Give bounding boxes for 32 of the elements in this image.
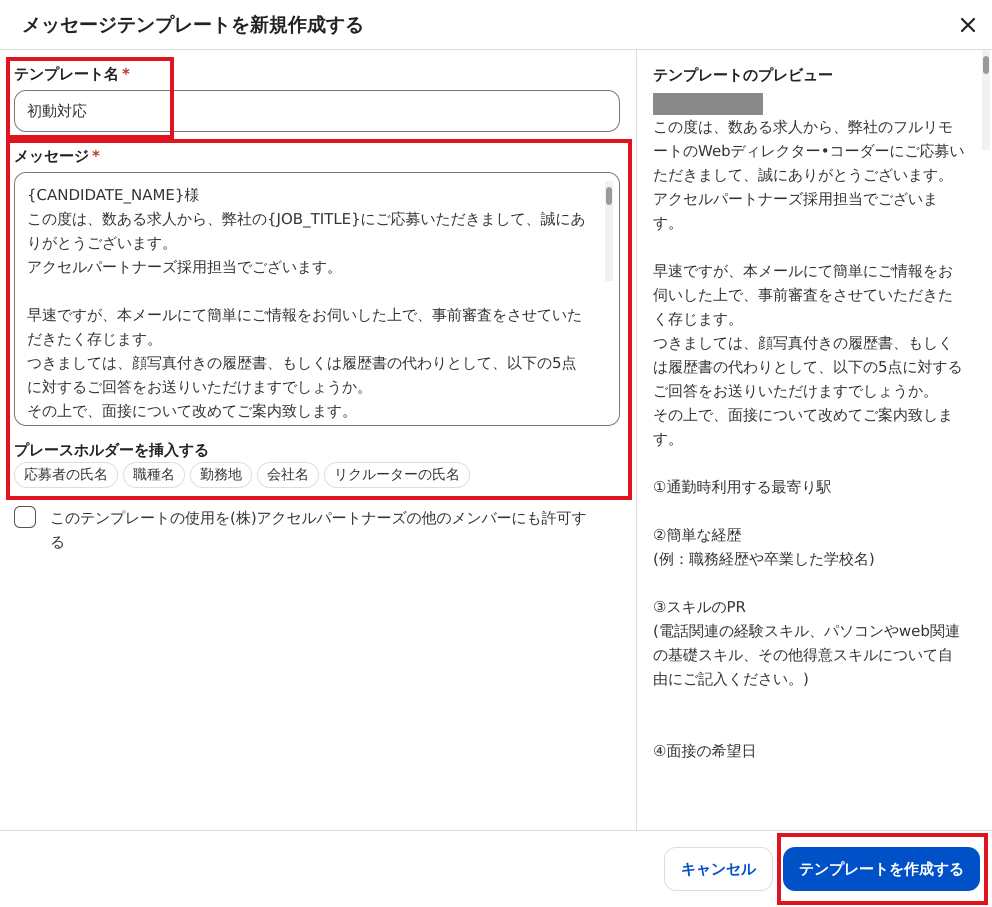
section-label: プレースホルダーを挿入する <box>14 441 209 460</box>
required-mark: * <box>92 147 100 165</box>
preview-text: アクセルパートナーズ採用担当でございます。 <box>653 189 939 234</box>
create-button[interactable]: テンプレートを作成する <box>783 847 980 891</box>
dialog-title: メッセージテンプレートを新規作成する <box>22 12 364 38</box>
placeholder-chip[interactable]: 勤務地 <box>190 462 252 488</box>
placeholder-chip[interactable]: 職種名 <box>123 462 185 488</box>
preview-text: ②簡単な経歴 <box>653 525 742 546</box>
scrollbar[interactable] <box>605 181 613 281</box>
message-textarea[interactable]: {CANDIDATE_NAME}様 この度は、数ある求人から、弊社の{JOB_TITLE}にご応募いただきまして、誠にありがとうございます。 アクセルパートナーズ採用担当でございます。 早速ですが、本メールにて簡単にご情報をお伺いした上で、事前審査をさせていただきたく存じます。 つきましては、顔写真付きの履歴書、もしくは履歴書の代わりとして、以下の5点に対するご回答をお送りいただけますでしょうか。 その上で、面接について改めてご案内致します。 <box>14 172 620 426</box>
preview-title: テンプレートのプレビュー <box>653 66 834 85</box>
required-mark: * <box>122 65 130 83</box>
scrollbar[interactable] <box>982 50 990 150</box>
field-label: テンプレート名 <box>14 65 119 84</box>
preview-text: この度は、数ある求人から、弊社のフルリモートのWebディレクター•コーダーにご応募いただきまして、誠にありがとうございます。 <box>653 117 965 186</box>
preview-text: (電話関連の経験スキル、パソコンやweb関連の基礎スキル、その他得意スキルについて自由にご記入ください。) <box>653 621 961 690</box>
placeholder-chip[interactable]: 会社名 <box>257 462 319 488</box>
close-icon[interactable] <box>960 16 976 32</box>
preview-text: (例：職務経歴や卒業した学校名) <box>653 549 876 570</box>
preview-text: 早速ですが、本メールにて簡単にご情報をお伺いした上で、事前審査をさせていただきたく存じます。 <box>653 261 954 330</box>
checkbox-label: このテンプレートの使用を(株)アクセルパートナーズの他のメンバーにも許可する <box>50 508 588 553</box>
preview-text: ③スキルのPR <box>653 597 747 618</box>
cancel-button[interactable]: キャンセル <box>664 847 773 891</box>
placeholder-chip[interactable]: 応募者の氏名 <box>14 462 118 488</box>
field-label: メッセージ <box>14 147 89 166</box>
preview-text: つきましては、顔写真付きの履歴書、もしくは履歴書の代わりとして、以下の5点に対するご回答をお送りいただけますでしょうか。 <box>653 333 964 402</box>
placeholder-chip[interactable]: リクルーターの氏名 <box>324 462 470 488</box>
checkbox[interactable] <box>14 506 36 528</box>
preview-text: ①通勤時利用する最寄り駅 <box>653 477 832 498</box>
preview-text: その上で、面接について改めてご案内致します。 <box>653 405 954 450</box>
preview-text: ④面接の希望日 <box>653 741 758 762</box>
template-name-field[interactable]: 初動対応 <box>14 90 620 132</box>
